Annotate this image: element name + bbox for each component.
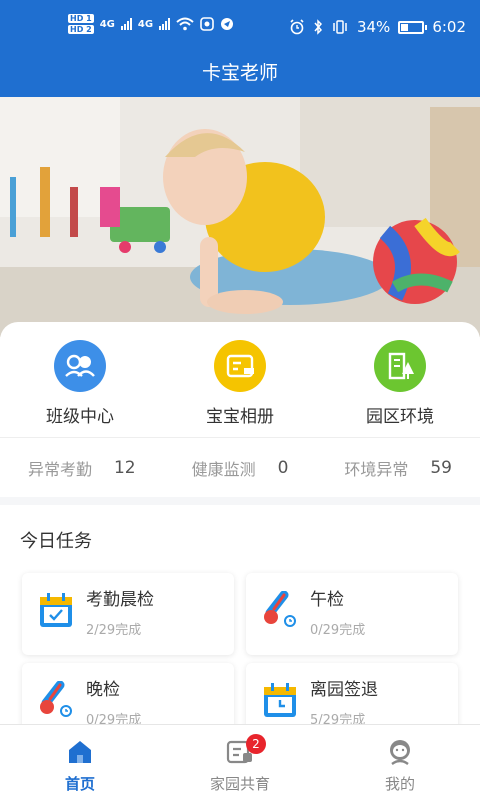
task-card-morning-check[interactable]: 考勤晨检 2/29完成: [22, 573, 234, 655]
task-progress: 0/29完成: [310, 623, 366, 638]
campus-environment-label: 园区环境: [366, 407, 434, 427]
tab-label: 家园共育: [209, 775, 270, 793]
app-header: 卡宝老师: [0, 48, 480, 98]
stat-environment-abnormal[interactable]: 环境异常 59: [344, 456, 452, 480]
stat-label: 异常考勤: [27, 459, 92, 479]
stat-label: 健康监测: [191, 459, 256, 479]
tab-label: 首页: [64, 775, 95, 793]
stat-label: 环境异常: [344, 459, 409, 479]
campus-environment-button[interactable]: 园区环境: [330, 340, 470, 427]
baby-album-label: 宝宝相册: [206, 407, 274, 427]
profile-icon: [385, 737, 415, 767]
tasks-section: 今日任务 考勤晨检 2/29完成 午检 0/29完成 晚检 0/29完成 离园签…: [0, 505, 480, 745]
tab-label: 我的: [384, 775, 415, 793]
task-name: 离园签退: [310, 680, 378, 700]
album-icon: [214, 340, 266, 392]
calendar-check-icon: [38, 591, 74, 631]
tab-home-school[interactable]: 家园共育: [160, 725, 320, 800]
thermometer-icon: [38, 680, 74, 721]
banner-image[interactable]: [0, 97, 480, 337]
battery-percent: 34%: [356, 18, 391, 36]
task-name: 午检: [310, 590, 344, 610]
task-name: 晚检: [86, 680, 120, 700]
send-app-icon: [221, 18, 234, 30]
stat-abnormal-attendance[interactable]: 异常考勤 12: [28, 456, 136, 480]
home-icon: [65, 737, 95, 767]
task-progress: 2/29完成: [86, 623, 142, 638]
vibrate-icon: [333, 20, 347, 34]
status-right: 34% 6:02: [289, 18, 466, 36]
stat-health-monitoring[interactable]: 健康监测 0: [192, 456, 289, 480]
bluetooth-icon: [314, 19, 322, 35]
thermometer-icon: [262, 590, 298, 631]
stat-value: 59: [430, 457, 452, 478]
quick-card: 班级中心 宝宝相册 园区环境 异常考勤 12 健康监测 0 环境异常 59: [0, 322, 480, 497]
class-people-icon: [54, 340, 106, 392]
banner-illustration: [0, 97, 480, 337]
baby-album-button[interactable]: 宝宝相册: [170, 340, 310, 427]
shield-app-icon: [200, 17, 214, 31]
signal2-icon: [159, 18, 171, 30]
page-title: 卡宝老师: [201, 62, 278, 84]
status-left: HD 1 HD 2 4G 4G: [68, 14, 234, 34]
net2-label: 4G: [137, 18, 154, 30]
quick-entries: 班级中心 宝宝相册 园区环境: [0, 340, 480, 427]
tab-mine[interactable]: 我的: [320, 725, 480, 800]
stat-value: 12: [113, 457, 136, 478]
task-card-noon-check[interactable]: 午检 0/29完成: [246, 573, 458, 655]
calendar-clock-icon: [262, 681, 298, 721]
tasks-heading: 今日任务: [20, 531, 92, 552]
stats-row: 异常考勤 12 健康监测 0 环境异常 59: [0, 437, 480, 497]
class-center-button[interactable]: 班级中心: [10, 340, 150, 427]
tab-home[interactable]: 首页: [0, 725, 160, 800]
wifi-icon: [176, 17, 194, 31]
hd2-label: HD 2: [68, 25, 94, 34]
alarm-icon: [290, 19, 304, 35]
hd1-label: HD 1: [68, 14, 94, 23]
battery-icon: [398, 20, 428, 34]
bottom-tab-bar: 首页 家园共育 我的 2: [0, 724, 480, 800]
net1-label: 4G: [99, 18, 115, 30]
clock: 6:02: [432, 18, 466, 36]
signal1-icon: [120, 18, 132, 30]
stat-value: 0: [277, 457, 289, 478]
notification-badge: 2: [246, 734, 266, 754]
building-tree-icon: [374, 340, 426, 392]
class-center-label: 班级中心: [46, 407, 114, 427]
task-name: 考勤晨检: [86, 590, 154, 610]
hd-indicators: HD 1 HD 2: [68, 14, 94, 34]
